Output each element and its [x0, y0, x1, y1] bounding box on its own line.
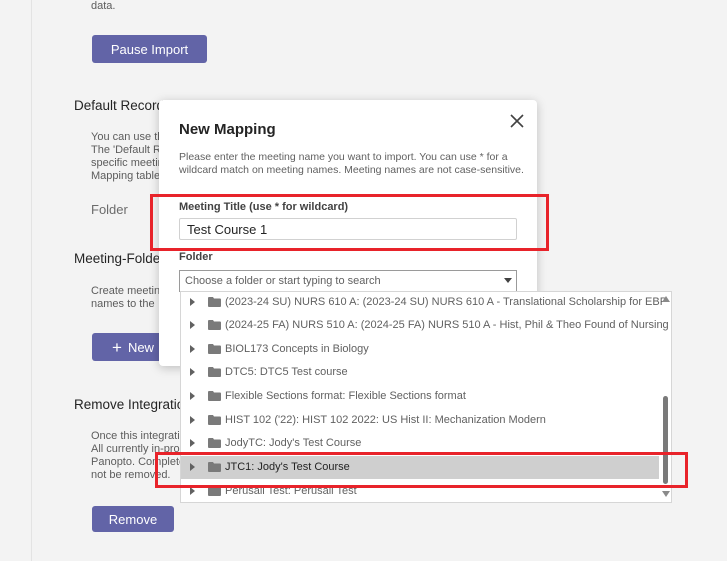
folder-icon	[208, 438, 221, 448]
remove-button-label: Remove	[108, 511, 158, 527]
pause-import-button[interactable]: Pause Import	[92, 35, 207, 63]
list-item[interactable]: (2024-25 FA) NURS 510 A: (2024-25 FA) NU…	[181, 314, 669, 337]
default-recording-line-1: You can use th	[91, 131, 164, 143]
folder-icon	[208, 486, 221, 496]
remove-button[interactable]: Remove	[92, 506, 174, 532]
close-icon[interactable]	[509, 113, 525, 129]
page-left-border	[31, 0, 32, 561]
expand-arrow-icon[interactable]	[190, 298, 195, 306]
meeting-title-label: Meeting Title (use * for wildcard)	[179, 201, 349, 213]
list-item[interactable]: DTC5: DTC5 Test course	[181, 361, 659, 384]
folder-icon	[208, 320, 221, 330]
folder-name: (2023-24 SU) NURS 610 A: (2023-24 SU) NU…	[225, 296, 668, 308]
list-item[interactable]: (2023-24 SU) NURS 610 A: (2023-24 SU) NU…	[181, 292, 667, 314]
meeting-title-input[interactable]	[179, 218, 517, 240]
folder-icon	[208, 367, 221, 377]
scroll-thumb[interactable]	[663, 396, 668, 484]
meeting-folder-line-1: Create meetin	[91, 285, 161, 297]
default-recording-line-3: specific meetin	[91, 157, 164, 169]
list-item[interactable]: Flexible Sections format: Flexible Secti…	[181, 385, 659, 408]
dialog-description: Please enter the meeting name you want t…	[179, 151, 524, 176]
chevron-down-icon[interactable]	[504, 278, 512, 283]
plus-icon: +	[112, 337, 122, 357]
folder-name: JTC1: Jody's Test Course	[225, 461, 350, 473]
new-button-label: New	[127, 339, 154, 355]
folder-icon	[208, 391, 221, 401]
folder-icon	[208, 415, 221, 425]
list-item[interactable]: JodyTC: Jody's Test Course	[181, 432, 659, 455]
expand-arrow-icon[interactable]	[190, 392, 195, 400]
folder-icon	[208, 462, 221, 472]
remove-line-2: All currently in-pro	[91, 443, 180, 455]
default-recording-line-4: Mapping table	[91, 170, 161, 182]
folder-name: JodyTC: Jody's Test Course	[225, 437, 362, 449]
folder-select[interactable]: Choose a folder or start typing to searc…	[179, 270, 517, 292]
list-item[interactable]: Perusall Test: Perusall Test	[181, 480, 659, 502]
folder-select-placeholder: Choose a folder or start typing to searc…	[185, 275, 381, 287]
expand-arrow-icon[interactable]	[190, 439, 195, 447]
list-item-selected[interactable]: JTC1: Jody's Test Course	[181, 456, 659, 479]
expand-arrow-icon[interactable]	[190, 463, 195, 471]
scroll-down-icon[interactable]	[662, 491, 670, 497]
folder-name: Flexible Sections format: Flexible Secti…	[225, 390, 466, 402]
dialog-title: New Mapping	[179, 121, 276, 138]
remove-line-3: Panopto. Complete	[91, 456, 186, 468]
expand-arrow-icon[interactable]	[190, 368, 195, 376]
top-text: data.	[91, 0, 116, 12]
folder-label: Folder	[179, 251, 213, 263]
scroll-up-icon[interactable]	[662, 296, 670, 302]
pause-import-label: Pause Import	[110, 41, 189, 57]
list-item[interactable]: BIOL173 Concepts in Biology	[181, 338, 659, 361]
folder-icon	[208, 297, 221, 307]
meeting-folder-title: Meeting-Folde	[74, 251, 161, 266]
folder-icon	[208, 344, 221, 354]
meeting-folder-line-2: names to the	[91, 298, 155, 310]
expand-arrow-icon[interactable]	[190, 487, 195, 495]
folder-name: DTC5: DTC5 Test course	[225, 366, 348, 378]
remove-line-4: not be removed.	[91, 469, 171, 481]
folder-name: Perusall Test: Perusall Test	[225, 485, 357, 497]
dropdown-scrollbar[interactable]	[659, 292, 671, 502]
expand-arrow-icon[interactable]	[190, 345, 195, 353]
list-item[interactable]: HIST 102 ('22): HIST 102 2022: US Hist I…	[181, 409, 659, 432]
default-recording-title: Default Record	[74, 98, 165, 113]
folder-name: BIOL173 Concepts in Biology	[225, 343, 369, 355]
expand-arrow-icon[interactable]	[190, 321, 195, 329]
default-folder-label: Folder	[91, 202, 128, 217]
remove-line-1: Once this integrati	[91, 430, 180, 442]
remove-integration-title: Remove Integratio	[74, 397, 185, 412]
default-recording-line-2: The 'Default R	[91, 144, 161, 156]
folder-name: (2024-25 FA) NURS 510 A: (2024-25 FA) NU…	[225, 319, 669, 331]
folder-dropdown-list[interactable]: (2023-24 SU) NURS 610 A: (2023-24 SU) NU…	[180, 291, 672, 503]
expand-arrow-icon[interactable]	[190, 416, 195, 424]
folder-name: HIST 102 ('22): HIST 102 2022: US Hist I…	[225, 414, 546, 426]
